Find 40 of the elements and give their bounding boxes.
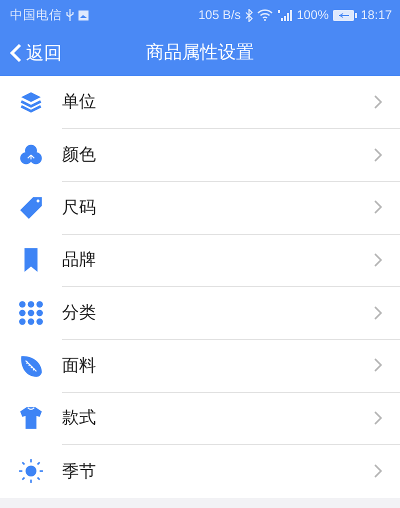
chevron-icon (374, 200, 382, 214)
signal-icon (276, 9, 293, 21)
settings-item[interactable]: 分类 (0, 286, 400, 340)
battery-icon (332, 10, 357, 20)
item-label: 品牌 (62, 249, 97, 272)
wifi-icon (256, 9, 273, 21)
settings-item[interactable]: 面料 (0, 339, 400, 392)
grid-icon (18, 300, 44, 326)
settings-item[interactable]: 尺码 (0, 181, 400, 234)
chevron-icon (374, 306, 382, 320)
sun-icon (18, 458, 44, 484)
chevron-icon (374, 358, 382, 372)
network-speed: 105 B/s (198, 8, 241, 22)
settings-item[interactable]: 款式 (0, 392, 400, 445)
item-label: 季节 (62, 460, 97, 483)
tag-icon (18, 194, 44, 221)
chevron-icon (374, 464, 382, 478)
chevron-icon (374, 94, 382, 109)
battery-percent: 100% (296, 8, 329, 22)
chevron-icon (374, 410, 382, 425)
settings-item[interactable]: 季节 (0, 444, 400, 498)
page-title: 商品属性设置 (146, 41, 254, 65)
settings-item[interactable]: 颜色 (0, 128, 400, 182)
image-icon (78, 10, 89, 20)
carrier-name: 中国电信 (10, 6, 62, 24)
item-label: 颜色 (62, 144, 97, 166)
chevron-icon (374, 148, 382, 162)
item-label: 单位 (62, 91, 97, 114)
item-label: 尺码 (62, 196, 97, 219)
item-label: 面料 (62, 354, 97, 377)
shirt-icon (18, 405, 44, 432)
item-label: 款式 (62, 407, 97, 430)
back-icon (10, 43, 22, 63)
clock-time: 18:17 (360, 8, 392, 22)
usb-icon (66, 9, 74, 21)
settings-item[interactable]: 品牌 (0, 234, 400, 287)
item-label: 分类 (62, 302, 97, 324)
settings-item[interactable]: 单位 (0, 76, 400, 129)
bluetooth-icon (244, 8, 253, 22)
chevron-icon (374, 252, 382, 267)
